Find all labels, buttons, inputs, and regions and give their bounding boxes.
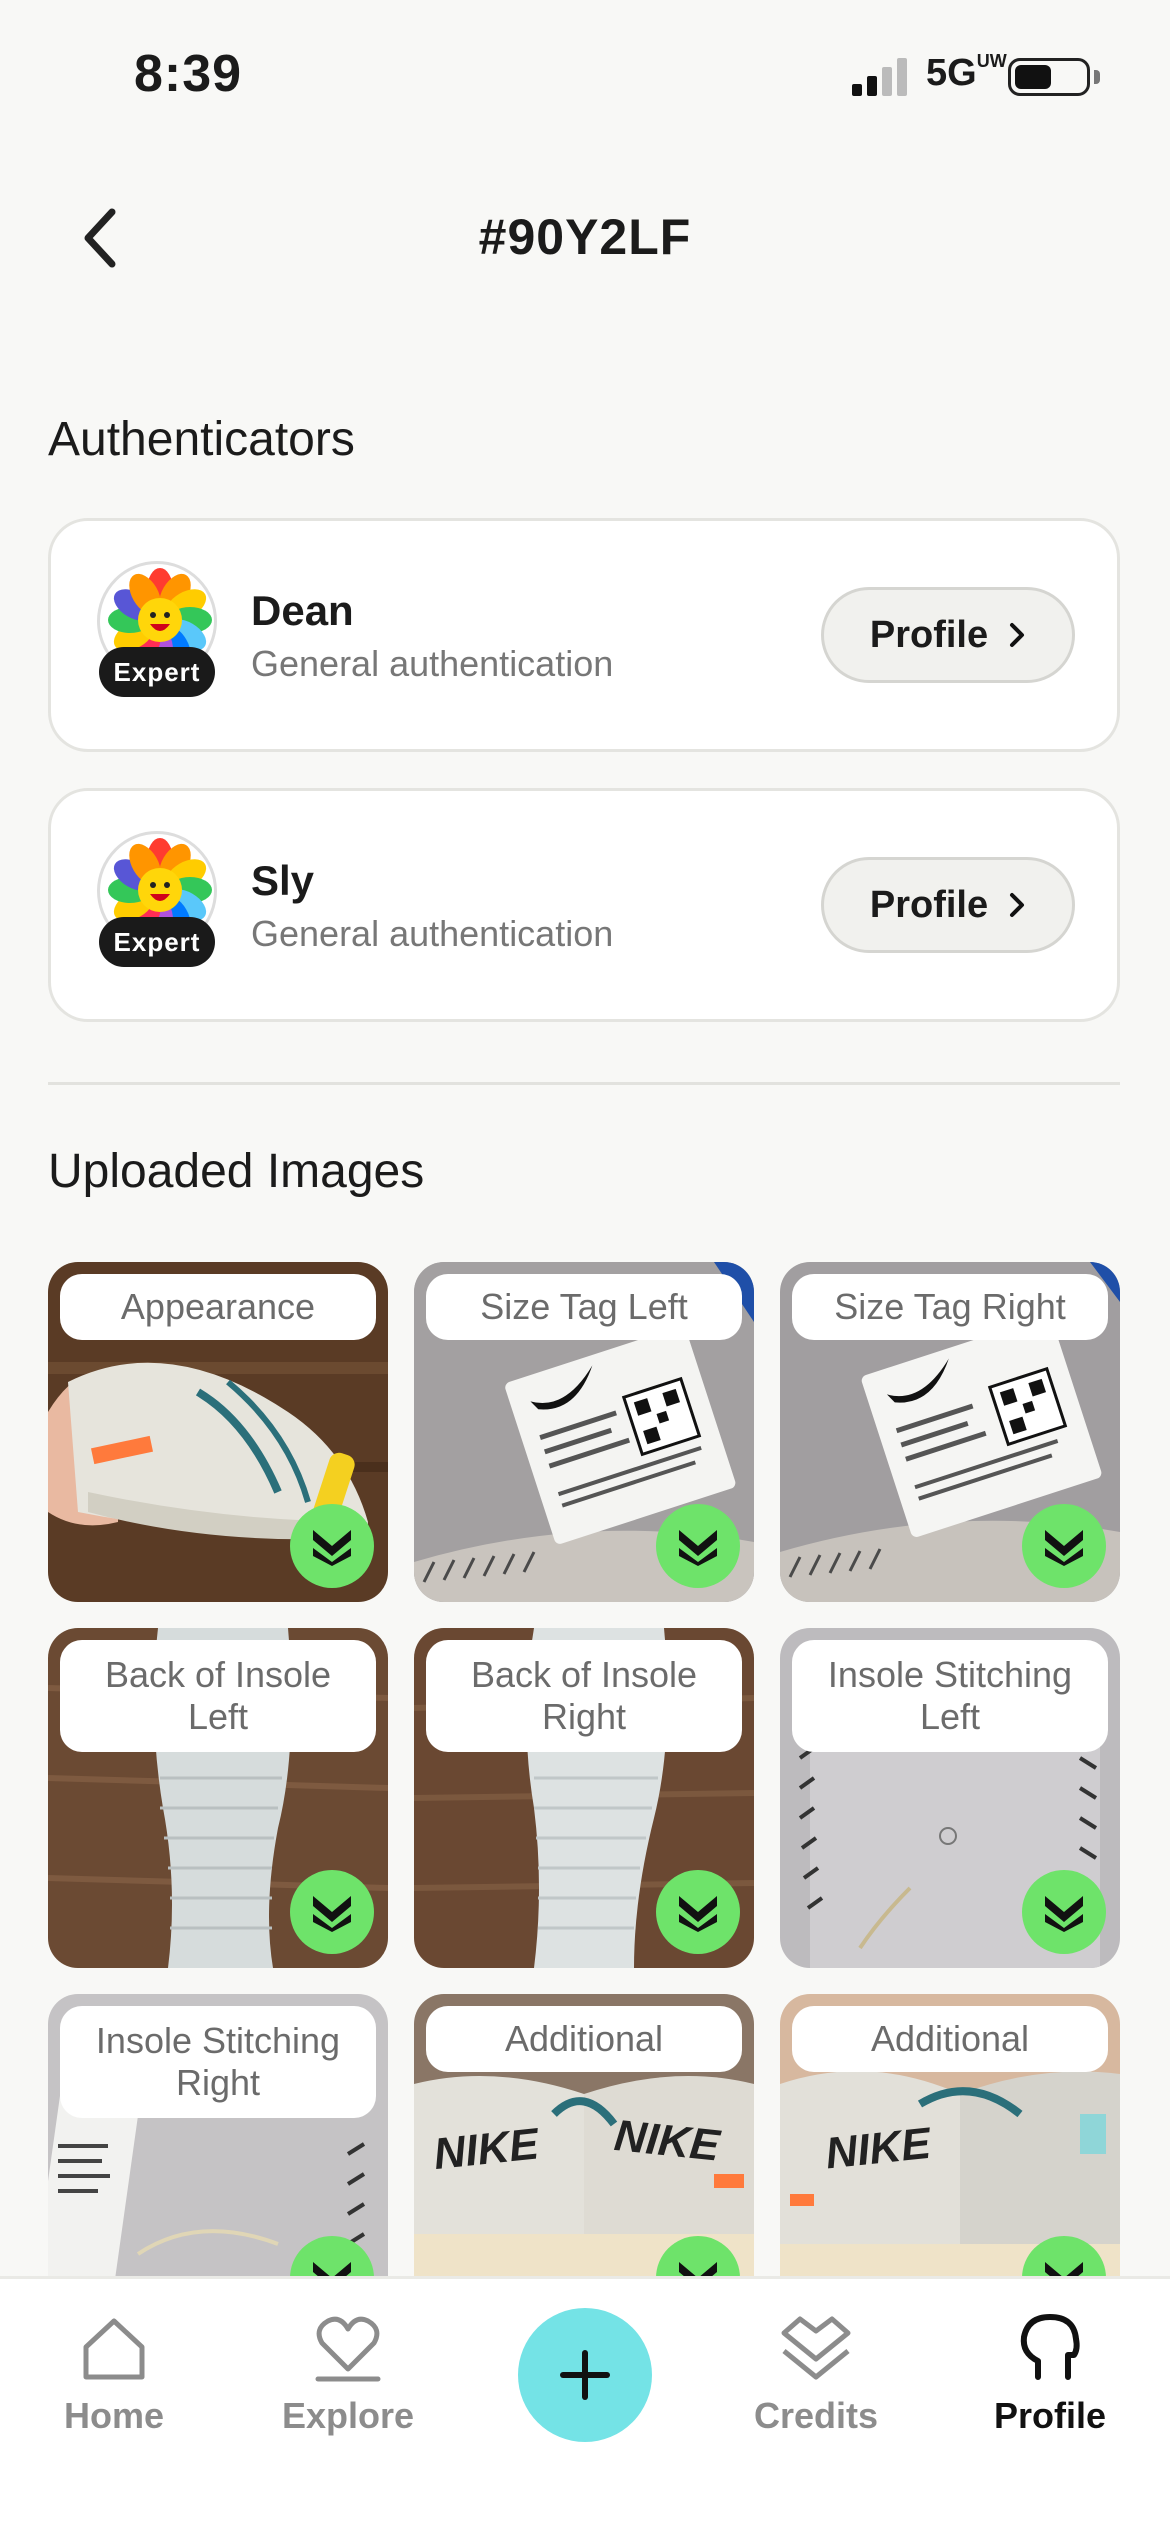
home-icon (83, 2318, 145, 2380)
image-tile-label: Appearance (60, 1274, 376, 1340)
tab-explore-label: Explore (281, 2395, 415, 2436)
section-divider (48, 1082, 1120, 1085)
image-tile-label: Size Tag Right (792, 1274, 1108, 1340)
verified-icon (679, 1896, 717, 1932)
uploaded-images-title: Uploaded Images (48, 1145, 425, 1198)
profile-head-icon (1020, 2314, 1080, 2380)
expert-badge: Expert (99, 647, 215, 697)
verified-icon (313, 1896, 351, 1932)
authenticator-name: Sly (251, 857, 315, 904)
battery-icon (1008, 58, 1090, 96)
verified-badge (1022, 1504, 1106, 1588)
image-tile-label: Additional (426, 2006, 742, 2072)
tab-explore[interactable]: Explore (258, 2313, 438, 2437)
image-tile-label: Insole Stitching Left (792, 1640, 1108, 1752)
verified-badge (656, 1504, 740, 1588)
authenticator-card-dean: Expert Dean General authentication Profi… (48, 518, 1120, 752)
image-tile-label: Size Tag Left (426, 1274, 742, 1340)
authenticator-card-sly: Expert Sly General authentication Profil… (48, 788, 1120, 1022)
image-tile-label: Insole Stitching Right (60, 2006, 376, 2118)
chevron-right-icon (1010, 893, 1025, 917)
authenticator-role: General authentication (251, 643, 614, 684)
chevron-right-icon (1010, 623, 1025, 647)
screen: 8:39 5GUW #90Y2LF Authenticators Expert … (0, 0, 1170, 2532)
tab-profile[interactable]: Profile (960, 2313, 1140, 2437)
image-tile-back-of-insole-left[interactable]: Back of Insole Left (48, 1628, 388, 1968)
image-tile-label: Back of Insole Right (426, 1640, 742, 1752)
profile-button-label: Profile (869, 613, 989, 656)
page-title: #90Y2LF (478, 209, 692, 265)
signal-icon (852, 58, 907, 96)
image-tile-back-of-insole-right[interactable]: Back of Insole Right (414, 1628, 754, 1968)
tab-credits-label: Credits (753, 2395, 879, 2436)
verified-badge (656, 1870, 740, 1954)
verified-icon (679, 1530, 717, 1566)
tab-home-label: Home (63, 2395, 165, 2436)
heart-icon (315, 2316, 381, 2382)
verified-icon (1045, 1530, 1083, 1566)
image-tile-appearance[interactable]: Appearance (48, 1262, 388, 1602)
expert-badge: Expert (99, 917, 215, 967)
verified-badge (1022, 1870, 1106, 1954)
add-button[interactable] (518, 2308, 652, 2442)
verified-badge (290, 1870, 374, 1954)
profile-button-label: Profile (869, 883, 989, 926)
credits-icon (781, 2316, 851, 2380)
plus-icon (560, 2350, 610, 2400)
status-bar: 8:39 5GUW (0, 0, 1170, 150)
tab-home[interactable]: Home (24, 2313, 204, 2437)
image-tile-insole-stitching-left[interactable]: Insole Stitching Left (780, 1628, 1120, 1968)
profile-button[interactable]: Profile (821, 857, 1075, 953)
image-tile-size-tag-right[interactable]: Size Tag Right (780, 1262, 1120, 1602)
battery-nub (1094, 70, 1100, 84)
tab-credits[interactable]: Credits (726, 2313, 906, 2437)
image-tile-label: Additional (792, 2006, 1108, 2072)
tab-profile-label: Profile (993, 2395, 1107, 2436)
network-label: 5GUW (926, 51, 1007, 94)
authenticator-role: General authentication (251, 913, 614, 954)
image-tile-label: Back of Insole Left (60, 1640, 376, 1752)
authenticators-title: Authenticators (48, 413, 355, 466)
authenticator-name: Dean (251, 587, 354, 634)
verified-icon (313, 1530, 351, 1566)
verified-icon (1045, 1896, 1083, 1932)
status-time: 8:39 (134, 45, 243, 103)
verified-badge (290, 1504, 374, 1588)
profile-button[interactable]: Profile (821, 587, 1075, 683)
image-tile-size-tag-left[interactable]: Size Tag Left (414, 1262, 754, 1602)
